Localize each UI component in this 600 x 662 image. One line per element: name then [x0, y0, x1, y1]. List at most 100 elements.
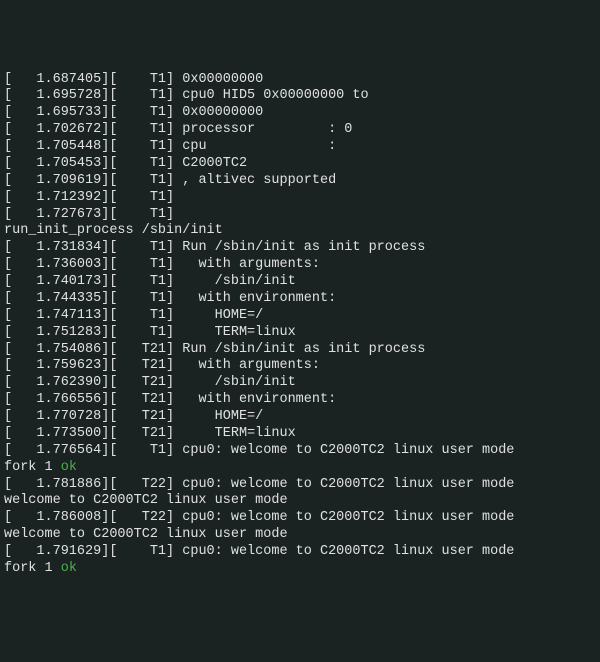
timestamp: 1.727673 — [36, 207, 101, 222]
timestamp: 1.747113 — [36, 308, 101, 323]
thread-id: T1 — [142, 88, 166, 103]
log-message: with environment: — [182, 392, 336, 407]
thread-id: T21 — [142, 392, 166, 407]
thread-id: T1 — [142, 139, 166, 154]
log-message: TERM=linux — [182, 426, 295, 441]
log-message: C2000TC2 — [182, 156, 247, 171]
log-message: with arguments: — [182, 358, 320, 373]
timestamp: 1.791629 — [36, 544, 101, 559]
log-message: cpu0: welcome to C2000TC2 linux user mod… — [182, 544, 514, 559]
timestamp: 1.712392 — [36, 190, 101, 205]
log-line: welcome to C2000TC2 linux user mode — [4, 493, 596, 510]
thread-id: T1 — [142, 325, 166, 340]
log-line: [ 1.702672][ T1] processor : 0 — [4, 122, 596, 139]
log-message: Run /sbin/init as init process — [182, 342, 425, 357]
timestamp: 1.740173 — [36, 274, 101, 289]
log-line: [ 1.773500][ T21] TERM=linux — [4, 426, 596, 443]
timestamp: 1.770728 — [36, 409, 101, 424]
log-message: processor : 0 — [182, 122, 352, 137]
fork-status: ok — [61, 561, 77, 576]
timestamp: 1.766556 — [36, 392, 101, 407]
fork-prefix: fork 1 — [4, 561, 61, 576]
log-line: [ 1.705453][ T1] C2000TC2 — [4, 156, 596, 173]
log-line: [ 1.754086][ T21] Run /sbin/init as init… — [4, 342, 596, 359]
thread-id: T1 — [142, 443, 166, 458]
log-line: [ 1.712392][ T1] — [4, 190, 596, 207]
plain-line: welcome to C2000TC2 linux user mode — [4, 527, 288, 542]
thread-id: T1 — [142, 274, 166, 289]
log-line: [ 1.731834][ T1] Run /sbin/init as init … — [4, 240, 596, 257]
log-message: Run /sbin/init as init process — [182, 240, 425, 255]
log-line: [ 1.770728][ T21] HOME=/ — [4, 409, 596, 426]
log-line: fork 1 ok — [4, 460, 596, 477]
log-line: [ 1.747113][ T1] HOME=/ — [4, 308, 596, 325]
timestamp: 1.776564 — [36, 443, 101, 458]
timestamp: 1.695733 — [36, 105, 101, 120]
thread-id: T1 — [142, 308, 166, 323]
log-message: with arguments: — [182, 257, 320, 272]
timestamp: 1.695728 — [36, 88, 101, 103]
thread-id: T1 — [142, 122, 166, 137]
plain-line: welcome to C2000TC2 linux user mode — [4, 493, 288, 508]
log-line: [ 1.751283][ T1] TERM=linux — [4, 325, 596, 342]
timestamp: 1.687405 — [36, 72, 101, 87]
log-message: cpu0: welcome to C2000TC2 linux user mod… — [182, 477, 514, 492]
thread-id: T21 — [142, 426, 166, 441]
log-message: cpu0: welcome to C2000TC2 linux user mod… — [182, 510, 514, 525]
log-line: [ 1.791629][ T1] cpu0: welcome to C2000T… — [4, 544, 596, 561]
fork-prefix: fork 1 — [4, 460, 61, 475]
log-message: cpu0 HID5 0x00000000 to — [182, 88, 368, 103]
thread-id: T1 — [142, 257, 166, 272]
timestamp: 1.736003 — [36, 257, 101, 272]
kernel-log-console: [ 1.687405][ T1] 0x00000000[ 1.695728][ … — [4, 72, 596, 578]
log-line: [ 1.695728][ T1] cpu0 HID5 0x00000000 to — [4, 88, 596, 105]
log-line: [ 1.727673][ T1] — [4, 207, 596, 224]
timestamp: 1.705448 — [36, 139, 101, 154]
timestamp: 1.759623 — [36, 358, 101, 373]
timestamp: 1.781886 — [36, 477, 101, 492]
thread-id: T1 — [142, 156, 166, 171]
log-line: [ 1.776564][ T1] cpu0: welcome to C2000T… — [4, 443, 596, 460]
thread-id: T21 — [142, 342, 166, 357]
log-line: [ 1.736003][ T1] with arguments: — [4, 257, 596, 274]
log-line: [ 1.687405][ T1] 0x00000000 — [4, 72, 596, 89]
log-line: [ 1.762390][ T21] /sbin/init — [4, 375, 596, 392]
thread-id: T1 — [142, 173, 166, 188]
log-message: HOME=/ — [182, 308, 263, 323]
log-message: , altivec supported — [182, 173, 336, 188]
log-line: run_init_process /sbin/init — [4, 223, 596, 240]
log-message: TERM=linux — [182, 325, 295, 340]
log-message: 0x00000000 — [182, 105, 263, 120]
thread-id: T21 — [142, 358, 166, 373]
thread-id: T1 — [142, 240, 166, 255]
timestamp: 1.754086 — [36, 342, 101, 357]
fork-status: ok — [61, 460, 77, 475]
thread-id: T1 — [142, 291, 166, 306]
timestamp: 1.786008 — [36, 510, 101, 525]
log-message: /sbin/init — [182, 375, 295, 390]
thread-id: T1 — [142, 190, 166, 205]
log-message: HOME=/ — [182, 409, 263, 424]
thread-id: T22 — [142, 510, 166, 525]
thread-id: T21 — [142, 375, 166, 390]
log-line: [ 1.781886][ T22] cpu0: welcome to C2000… — [4, 477, 596, 494]
log-message: /sbin/init — [182, 274, 295, 289]
thread-id: T22 — [142, 477, 166, 492]
log-message: with environment: — [182, 291, 336, 306]
timestamp: 1.773500 — [36, 426, 101, 441]
timestamp: 1.702672 — [36, 122, 101, 137]
thread-id: T1 — [142, 544, 166, 559]
log-line: [ 1.759623][ T21] with arguments: — [4, 358, 596, 375]
thread-id: T21 — [142, 409, 166, 424]
timestamp: 1.744335 — [36, 291, 101, 306]
log-line: [ 1.709619][ T1] , altivec supported — [4, 173, 596, 190]
log-line: [ 1.740173][ T1] /sbin/init — [4, 274, 596, 291]
timestamp: 1.731834 — [36, 240, 101, 255]
log-message: cpu0: welcome to C2000TC2 linux user mod… — [182, 443, 514, 458]
log-line: fork 1 ok — [4, 561, 596, 578]
thread-id: T1 — [142, 72, 166, 87]
plain-line: run_init_process /sbin/init — [4, 223, 223, 238]
timestamp: 1.762390 — [36, 375, 101, 390]
timestamp: 1.709619 — [36, 173, 101, 188]
log-message: 0x00000000 — [182, 72, 263, 87]
